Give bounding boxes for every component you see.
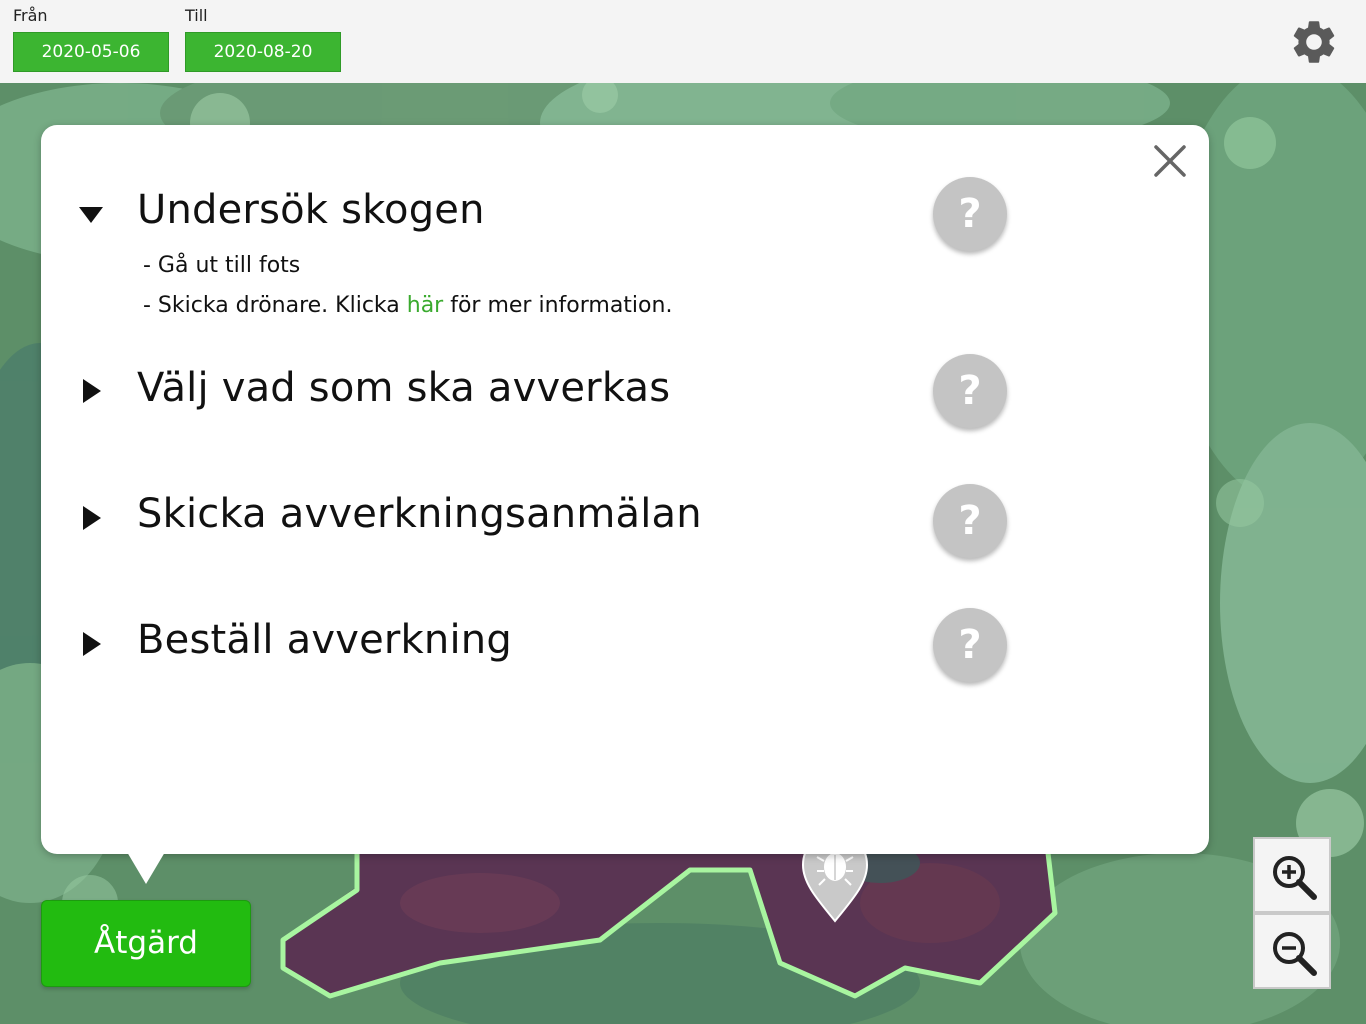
step-detail: - Skicka drönare. Klicka här för mer inf… [143,293,672,318]
step-investigate-forest: Undersök skogen ? - Gå ut till fots - Sk… [41,175,1041,325]
top-bar: Från 2020-05-06 Till 2020-08-20 [0,0,1366,83]
panel-pointer [127,852,165,884]
step-title[interactable]: Välj vad som ska avverkas [137,365,670,411]
detail-text: - Skicka drönare. Klicka [143,293,407,318]
step-title[interactable]: Skicka avverkningsanmälan [137,491,702,537]
step-title[interactable]: Undersök skogen [137,187,485,233]
action-steps-panel: Undersök skogen ? - Gå ut till fots - Sk… [41,125,1209,854]
triangle-right-icon[interactable] [77,377,105,405]
step-choose-felling: Välj vad som ska avverkas ? [41,353,1041,433]
from-date-group: Från 2020-05-06 [13,6,169,72]
step-order-felling: Beställ avverkning ? [41,607,1041,687]
to-label: Till [185,6,208,25]
help-button[interactable]: ? [933,177,1007,251]
zoom-in-icon [1273,856,1317,900]
close-icon[interactable] [1151,142,1189,180]
triangle-right-icon[interactable] [77,630,105,658]
zoom-out-icon [1273,932,1317,976]
more-info-link[interactable]: här [407,293,443,318]
gear-icon[interactable] [1288,16,1340,68]
from-label: Från [13,6,48,25]
from-date-button[interactable]: 2020-05-06 [13,32,169,72]
step-send-notification: Skicka avverkningsanmälan ? [41,481,1041,561]
help-button[interactable]: ? [933,608,1007,682]
zoom-out-button[interactable] [1253,913,1331,989]
help-button[interactable]: ? [933,354,1007,428]
zoom-in-button[interactable] [1253,837,1331,913]
step-title[interactable]: Beställ avverkning [137,617,512,663]
step-detail: - Gå ut till fots [143,253,301,278]
detail-text: för mer information. [443,293,673,318]
to-date-group: Till 2020-08-20 [185,6,341,72]
help-button[interactable]: ? [933,484,1007,558]
triangle-right-icon[interactable] [77,504,105,532]
to-date-button[interactable]: 2020-08-20 [185,32,341,72]
action-button[interactable]: Åtgärd [41,900,251,987]
triangle-down-icon[interactable] [77,201,105,229]
